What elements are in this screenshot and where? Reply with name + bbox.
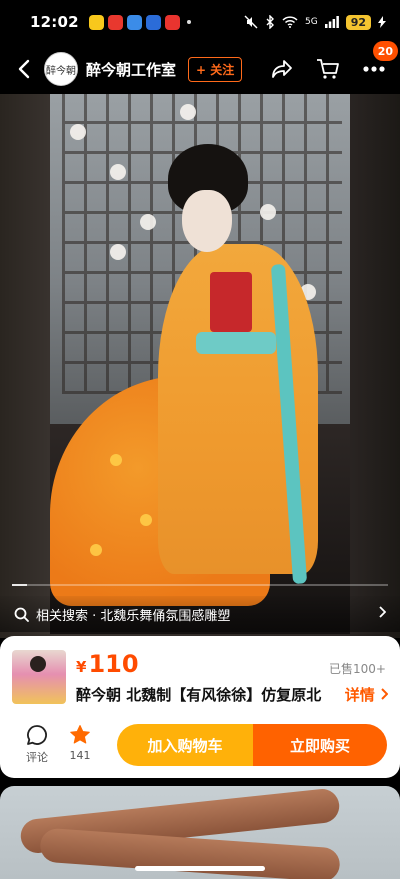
shop-avatar[interactable]: 醉今朝	[44, 52, 78, 86]
comment-button[interactable]: 评论	[20, 724, 54, 765]
status-bar: 12:02 5G 92	[0, 0, 400, 44]
favorite-button[interactable]: 141	[62, 724, 98, 762]
blossom	[70, 124, 86, 140]
wifi-icon	[282, 16, 298, 28]
price-currency: ¥	[76, 658, 87, 676]
app-notification-icon	[164, 14, 180, 30]
skirt-pattern	[140, 514, 152, 526]
sold-count: 已售100+	[329, 662, 386, 676]
app-notification-icon	[107, 14, 123, 30]
skirt-pattern	[90, 544, 102, 556]
carousel-progress	[12, 584, 388, 586]
buy-now-button[interactable]: 立即购买	[253, 724, 387, 766]
favorite-count: 141	[69, 749, 91, 762]
chevron-right-icon	[378, 606, 387, 622]
add-to-cart-button[interactable]: 加入购物车	[117, 724, 253, 766]
related-search-text: 相关搜索 · 北魏乐舞俑氛围感雕塑	[36, 608, 231, 624]
blossom	[110, 164, 126, 180]
sash	[196, 332, 276, 354]
product-title[interactable]: 醉今朝 北魏制【有风徐徐】仿复原北	[76, 684, 338, 705]
blossom	[110, 244, 126, 260]
network-type: 5G	[304, 17, 318, 27]
follow-button[interactable]: + 关注	[188, 56, 243, 82]
skirt-pattern	[110, 454, 122, 466]
charging-icon	[378, 16, 386, 28]
nav-bar: 醉今朝 醉今朝工作室 + 关注 20	[0, 41, 400, 94]
message-badge: 20	[372, 41, 398, 61]
comment-icon	[27, 725, 47, 745]
nav-actions: 20	[270, 41, 398, 81]
product-image-carousel[interactable]: 相关搜索 · 北魏乐舞俑氛围感雕塑	[0, 94, 400, 638]
shop-name[interactable]: 醉今朝工作室	[86, 59, 176, 80]
product-photo	[50, 94, 350, 634]
more-notifications-icon	[186, 20, 191, 24]
details-label: 详情	[344, 686, 375, 704]
robe-bodice	[210, 272, 252, 332]
search-icon	[14, 606, 30, 622]
status-indicators: 5G 92	[244, 14, 386, 30]
app-notification-icon	[126, 14, 142, 30]
home-indicator	[135, 866, 265, 871]
avatar-text: 醉今朝	[46, 65, 76, 77]
cart-icon[interactable]	[316, 57, 340, 81]
share-icon[interactable]	[270, 57, 294, 81]
blossom	[260, 204, 276, 220]
star-icon	[70, 725, 90, 744]
details-link[interactable]: 详情	[344, 684, 389, 705]
app-notification-icon	[88, 14, 104, 30]
signal-icon	[324, 16, 339, 28]
face	[182, 190, 232, 252]
more-icon[interactable]: 20	[362, 41, 398, 81]
related-search-bar[interactable]: 相关搜索 · 北魏乐舞俑氛围感雕塑	[0, 596, 400, 632]
action-row: 评论 141 加入购物车 立即购买	[0, 724, 400, 768]
bluetooth-icon	[266, 15, 274, 29]
product-card: ¥ 110 已售100+ 醉今朝 北魏制【有风徐徐】仿复原北 详情 评论 141…	[0, 636, 400, 778]
carousel-progress-fill	[12, 584, 28, 586]
back-icon[interactable]	[18, 59, 38, 79]
mute-icon	[244, 15, 258, 29]
battery-level: 92	[345, 14, 371, 30]
comment-label: 评论	[26, 751, 48, 764]
price-value: 110	[88, 650, 139, 678]
status-time: 12:02	[30, 13, 79, 31]
chevron-right-icon	[381, 688, 389, 700]
blossom	[140, 214, 156, 230]
app-notification-icon	[145, 14, 161, 30]
price: ¥ 110	[76, 650, 139, 678]
blossom	[180, 104, 196, 120]
product-thumbnail[interactable]	[12, 650, 66, 704]
status-app-icons	[88, 14, 191, 30]
